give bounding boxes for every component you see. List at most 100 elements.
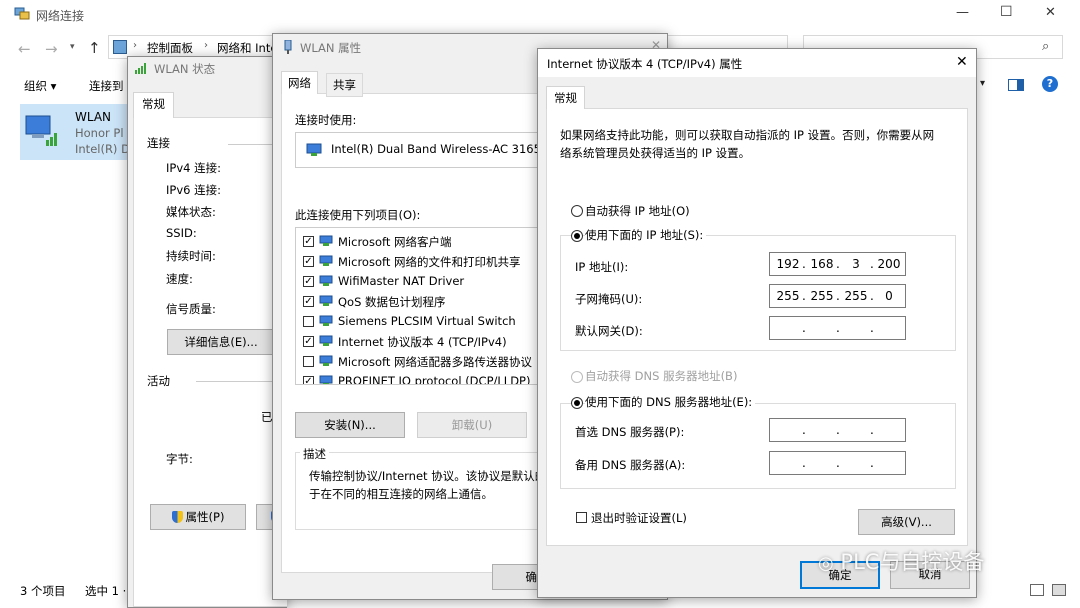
network-component-icon bbox=[319, 295, 333, 307]
watermark-text: PLC与自控设备 bbox=[840, 550, 985, 574]
breadcrumb-control-panel[interactable]: 控制面板 bbox=[147, 40, 193, 56]
control-panel-icon bbox=[113, 40, 127, 54]
ip-octet: 192 bbox=[776, 257, 800, 271]
connect-to-button[interactable]: 连接到 bbox=[89, 78, 124, 94]
alternate-dns-field[interactable]: . . . bbox=[769, 451, 906, 475]
wechat-icon: ◎ bbox=[818, 553, 834, 574]
props-tab-sharing[interactable]: 共享 bbox=[326, 73, 363, 97]
ip-dot: . bbox=[870, 456, 874, 470]
network-component-icon bbox=[319, 375, 333, 384]
mask-octet: 255 bbox=[844, 289, 868, 303]
preferred-dns-field[interactable]: . . . bbox=[769, 418, 906, 442]
checked-checkbox[interactable]: ✓ bbox=[303, 276, 314, 287]
preview-pane-icon[interactable] bbox=[1008, 79, 1024, 91]
checked-checkbox[interactable]: ✓ bbox=[303, 296, 314, 307]
checked-checkbox[interactable]: ✓ bbox=[303, 336, 314, 347]
auto-dns-label: 自动获得 DNS 服务器地址(B) bbox=[585, 369, 738, 383]
wlan-status-dialog: WLAN 状态 常规 连接 IPv4 连接: IPv6 连接: 媒体状态: SS… bbox=[127, 56, 296, 608]
status-selected: 选中 1 · bbox=[85, 584, 127, 598]
up-icon[interactable]: ↑ bbox=[88, 39, 101, 57]
maximize-button[interactable]: ☐ bbox=[1000, 4, 1013, 20]
wlan-status-title: WLAN 状态 bbox=[154, 62, 216, 76]
wlan-status-icon bbox=[134, 62, 148, 74]
ip-dot: . bbox=[836, 289, 840, 303]
ipv4-title: Internet 协议版本 4 (TCP/IPv4) 属性 bbox=[547, 57, 743, 71]
minimize-button[interactable]: — bbox=[956, 5, 969, 20]
adapter-name: Intel(R) Dual Band Wireless-AC 3165 bbox=[331, 142, 541, 156]
network-component-icon bbox=[319, 335, 333, 347]
forward-icon[interactable]: → bbox=[45, 40, 58, 58]
breadcrumb-network[interactable]: 网络和 Inte bbox=[217, 40, 277, 56]
ipv6-connectivity-label: IPv6 连接: bbox=[166, 183, 221, 197]
search-icon: ⌕ bbox=[1042, 39, 1050, 54]
manual-ip-radio[interactable] bbox=[571, 230, 583, 242]
alternate-dns-label: 备用 DNS 服务器(A): bbox=[575, 458, 686, 472]
back-icon[interactable]: ← bbox=[18, 40, 31, 58]
status-item-count: 3 个项目 bbox=[20, 584, 66, 598]
manual-ip-label[interactable]: 使用下面的 IP 地址(S): bbox=[585, 227, 707, 243]
validate-checkbox[interactable] bbox=[576, 512, 587, 523]
ip-dot: . bbox=[802, 289, 806, 303]
dropdown-icon[interactable]: ▾ bbox=[70, 42, 75, 52]
manual-dns-label[interactable]: 使用下面的 DNS 服务器地址(E): bbox=[585, 394, 756, 410]
ipv4-tab-general[interactable]: 常规 bbox=[546, 86, 585, 109]
help-icon[interactable]: ? bbox=[1042, 76, 1058, 92]
ip-dot: . bbox=[802, 456, 806, 470]
wlan-props-title: WLAN 属性 bbox=[300, 41, 362, 55]
manual-dns-radio[interactable] bbox=[571, 397, 583, 409]
checked-checkbox[interactable]: ✓ bbox=[303, 236, 314, 247]
status-properties-button[interactable]: 属性(P) bbox=[150, 504, 246, 530]
view-dropdown-icon[interactable]: ▾ bbox=[980, 78, 985, 89]
ip-dot: . bbox=[802, 423, 806, 437]
mask-octet: 0 bbox=[885, 289, 893, 303]
wlan-item-adapter: Intel(R) D bbox=[75, 142, 130, 156]
items-label: 此连接使用下列项目(O): bbox=[295, 208, 421, 222]
ssid-label: SSID: bbox=[166, 226, 197, 240]
ip-octet: 168 bbox=[810, 257, 834, 271]
gateway-label: 默认网关(D): bbox=[575, 324, 643, 338]
unchecked-checkbox[interactable] bbox=[303, 356, 314, 367]
unchecked-checkbox[interactable] bbox=[303, 316, 314, 327]
ip-address-label: IP 地址(I): bbox=[575, 260, 629, 274]
close-button[interactable]: ✕ bbox=[1045, 5, 1056, 20]
gateway-field[interactable]: . . . bbox=[769, 316, 906, 340]
auto-ip-radio[interactable] bbox=[571, 205, 583, 217]
validate-label[interactable]: 退出时验证设置(L) bbox=[591, 510, 687, 526]
explorer-title: 网络连接 bbox=[36, 9, 85, 23]
subnet-mask-label: 子网掩码(U): bbox=[575, 292, 643, 306]
sent-label: 已 bbox=[261, 410, 273, 424]
component-list-item-label: QoS 数据包计划程序 bbox=[338, 295, 446, 309]
ip-dot: . bbox=[802, 321, 806, 335]
ip-dot: . bbox=[836, 456, 840, 470]
checked-checkbox[interactable]: ✓ bbox=[303, 376, 314, 384]
auto-ip-label[interactable]: 自动获得 IP 地址(O) bbox=[585, 203, 690, 219]
connect-using-label: 连接时使用: bbox=[295, 113, 357, 127]
ip-address-field[interactable]: 192 . 168 . 3 . 200 bbox=[769, 252, 906, 276]
component-list-item-label: Siemens PLCSIM Virtual Switch bbox=[338, 314, 516, 328]
explorer-title-icon bbox=[14, 7, 30, 21]
ipv4-properties-dialog: Internet 协议版本 4 (TCP/IPv4) 属性 ✕ 常规 如果网络支… bbox=[537, 48, 977, 598]
details-button[interactable]: 详细信息(E)... bbox=[167, 329, 275, 355]
large-icons-view-icon[interactable] bbox=[1052, 584, 1066, 596]
ip-dot: . bbox=[836, 423, 840, 437]
organize-menu[interactable]: 组织 ▾ bbox=[24, 78, 56, 94]
auto-dns-radio bbox=[571, 371, 583, 383]
mask-octet: 255 bbox=[776, 289, 800, 303]
component-list-item-label: Internet 协议版本 4 (TCP/IPv4) bbox=[338, 335, 507, 349]
install-button[interactable]: 安装(N)... bbox=[295, 412, 405, 438]
description-line-1: 传输控制协议/Internet 协议。该协议是默认的 bbox=[309, 469, 547, 483]
props-tab-network[interactable]: 网络 bbox=[281, 71, 318, 94]
shield-icon bbox=[171, 511, 183, 523]
status-tab-general[interactable]: 常规 bbox=[133, 92, 174, 118]
wlan-item[interactable]: WLAN Honor Pl Intel(R) D bbox=[20, 104, 140, 160]
status-properties-label: 属性(P) bbox=[185, 510, 225, 524]
details-view-icon[interactable] bbox=[1030, 584, 1044, 596]
wlan-item-network: Honor Pl bbox=[75, 126, 124, 140]
subnet-mask-field[interactable]: 255 . 255 . 255 . 0 bbox=[769, 284, 906, 308]
component-list-item-label: Microsoft 网络客户端 bbox=[338, 235, 452, 249]
checked-checkbox[interactable]: ✓ bbox=[303, 256, 314, 267]
ipv4-intro-line-2: 络系统管理员处获得适当的 IP 设置。 bbox=[560, 146, 751, 160]
breadcrumb-sep-icon: › bbox=[133, 40, 137, 51]
advanced-button[interactable]: 高级(V)... bbox=[858, 509, 955, 535]
ipv4-close-button[interactable]: ✕ bbox=[956, 54, 968, 70]
